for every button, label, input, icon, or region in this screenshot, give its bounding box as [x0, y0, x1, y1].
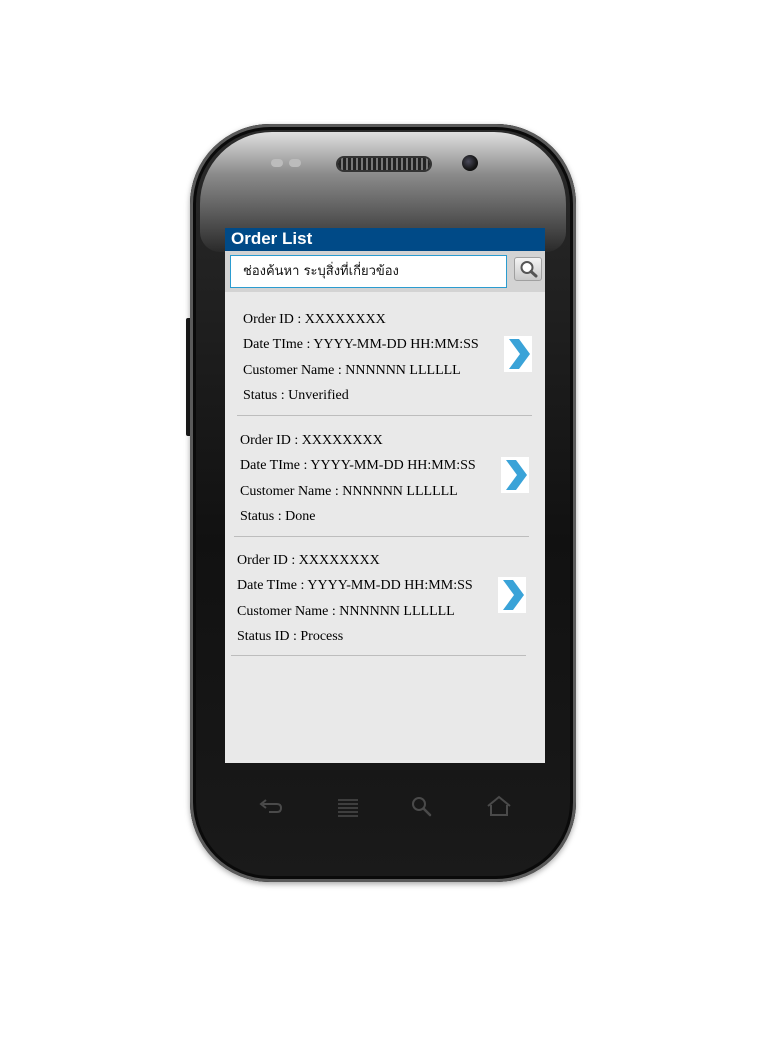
divider — [237, 415, 532, 416]
app-screen: Order List ช่องค้นหา ระบุสิ่งที่เกี่ยวข้… — [225, 228, 545, 763]
proximity-sensor — [271, 159, 283, 167]
order-customer: Customer Name : NNNNNN LLLLLL — [243, 363, 461, 378]
order-customer: Customer Name : NNNNNN LLLLLL — [237, 604, 455, 619]
order-customer: Customer Name : NNNNNN LLLLLL — [240, 484, 458, 499]
search-icon — [520, 261, 538, 278]
search-input[interactable]: ช่องค้นหา ระบุสิ่งที่เกี่ยวข้อง — [230, 255, 507, 288]
order-datetime: Date TIme : YYYY-MM-DD HH:MM:SS — [240, 458, 476, 473]
home-icon — [487, 795, 511, 816]
divider — [231, 655, 526, 656]
nav-back-button[interactable] — [257, 794, 283, 820]
nav-menu-button[interactable] — [335, 794, 361, 820]
order-status: Status : Unverified — [243, 388, 349, 403]
order-id: Order ID : XXXXXXXX — [237, 553, 380, 568]
order-detail-button[interactable] — [501, 457, 529, 493]
order-datetime: Date TIme : YYYY-MM-DD HH:MM:SS — [243, 337, 479, 352]
order-status: Status : Done — [240, 509, 316, 524]
menu-icon — [338, 799, 358, 817]
nav-search-button[interactable] — [409, 794, 435, 820]
search-bar: ช่องค้นหา ระบุสิ่งที่เกี่ยวข้อง — [225, 251, 545, 292]
search-button[interactable] — [514, 257, 542, 281]
light-sensor — [289, 159, 301, 167]
chevron-right-icon — [503, 580, 524, 610]
page-title: Order List — [225, 228, 545, 251]
nav-home-button[interactable] — [485, 794, 511, 820]
order-status: Status ID : Process — [237, 629, 344, 644]
chevron-right-icon — [506, 460, 527, 490]
search-icon — [412, 797, 432, 817]
order-datetime: Date TIme : YYYY-MM-DD HH:MM:SS — [237, 578, 473, 593]
order-detail-button[interactable] — [504, 336, 532, 372]
order-id: Order ID : XXXXXXXX — [240, 433, 383, 448]
divider — [234, 536, 529, 537]
front-camera — [462, 155, 478, 171]
order-id: Order ID : XXXXXXXX — [243, 312, 386, 327]
order-detail-button[interactable] — [498, 577, 526, 613]
back-icon — [259, 799, 283, 813]
earpiece-speaker — [338, 158, 430, 170]
chevron-right-icon — [509, 339, 530, 369]
